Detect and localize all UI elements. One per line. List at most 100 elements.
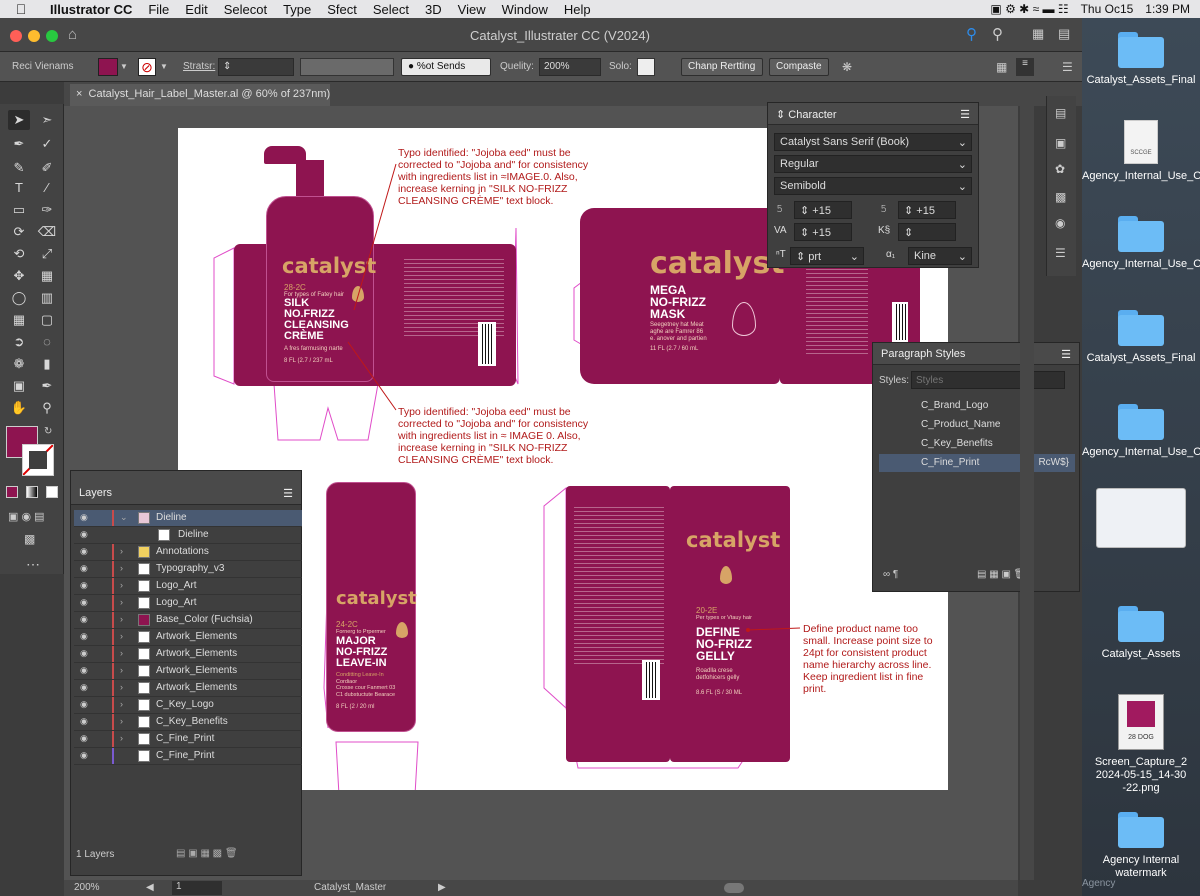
layer-row[interactable]: ◉ › C_Key_Benefits: [74, 714, 302, 731]
slice-tool-icon[interactable]: ✒: [36, 376, 58, 396]
menu-type[interactable]: Type: [275, 2, 319, 17]
status-icons[interactable]: ▣ ⚙ ✱ ≈ ▬ ☷: [990, 2, 1068, 16]
layer-row[interactable]: ◉ › C_Fine_Print: [74, 731, 302, 748]
kerning-field[interactable]: ⇕ +15: [794, 223, 852, 241]
perspective-tool-icon[interactable]: ▥: [36, 288, 58, 308]
leading-field[interactable]: ⇕ +15: [898, 201, 956, 219]
transform-icon[interactable]: ≡: [1016, 58, 1034, 76]
layer-row[interactable]: ◉ › Base_Color (Fuchsia): [74, 612, 302, 629]
chevron-down-icon[interactable]: ⌄: [120, 512, 128, 523]
type-tool-icon[interactable]: T: [8, 178, 30, 198]
zoom-window-button[interactable]: [46, 30, 58, 42]
shape-builder-tool-icon[interactable]: ◯: [8, 288, 30, 308]
menu-window[interactable]: Window: [494, 2, 556, 17]
none-mode-icon[interactable]: [46, 486, 58, 498]
vertical-scrollbar[interactable]: [1020, 106, 1034, 880]
stroke-color-swatch[interactable]: [22, 444, 54, 476]
apple-icon[interactable]: : [0, 1, 42, 17]
new-style-icons[interactable]: ▤ ▦ ▣ 🗑: [977, 569, 1026, 580]
appearance-icon[interactable]: ◉: [1055, 216, 1065, 230]
desktop-folder-1[interactable]: Catalyst_Assets_Final: [1082, 32, 1200, 87]
layer-row[interactable]: ◉ › Artwork_Elements: [74, 646, 302, 663]
libraries-icon[interactable]: ▣: [1055, 136, 1066, 150]
layers-dock-icon[interactable]: ☰: [1055, 246, 1066, 260]
menu-help[interactable]: Help: [556, 2, 599, 17]
annotation-typo-1[interactable]: Typo identified: "Jojoba eed" must be co…: [398, 147, 598, 207]
page-nav-prev[interactable]: ◀: [146, 882, 154, 893]
shaper-tool-icon[interactable]: ⟳: [8, 222, 30, 242]
layers-panel-header[interactable]: Layers ☰: [71, 471, 301, 505]
menubar-date[interactable]: Thu Oc15: [1081, 2, 1134, 16]
scale-tool-icon[interactable]: ⤢: [36, 244, 58, 264]
blend-tool-icon[interactable]: ◌: [36, 332, 58, 352]
eye-icon[interactable]: ◉: [80, 597, 88, 608]
layer-row[interactable]: ◉ › C_Key_Logo: [74, 697, 302, 714]
eye-icon[interactable]: ◉: [80, 733, 88, 744]
eye-icon[interactable]: ◉: [80, 512, 88, 523]
compaste-button[interactable]: Compaste: [769, 58, 829, 76]
width-tool-icon[interactable]: ✥: [8, 266, 30, 286]
brush-icon[interactable]: ❋: [842, 60, 852, 74]
layer-row[interactable]: ◉ › Artwork_Elements: [74, 680, 302, 697]
menu-selecot[interactable]: Selecot: [216, 2, 275, 17]
font-family-dropdown[interactable]: Catalyst Sans Serif (Book) ⌄: [774, 133, 972, 151]
eye-icon[interactable]: ◉: [80, 682, 88, 693]
paragraph-style-item[interactable]: C_Product_Name: [879, 416, 1079, 434]
symbol-sprayer-tool-icon[interactable]: ❁: [8, 354, 30, 374]
menu-edit[interactable]: Edit: [177, 2, 215, 17]
direct-selection-tool-icon[interactable]: ➣: [36, 110, 58, 130]
menu-app-name[interactable]: Illustrator CC: [42, 2, 140, 17]
layer-row[interactable]: ◉ › Logo_Art: [74, 578, 302, 595]
stroke-swatch[interactable]: ⊘: [138, 58, 156, 76]
gradient-tool-icon[interactable]: ▢: [36, 310, 58, 330]
desktop-png-file[interactable]: 28 DOG Screen_Capture_2 2024-05-15_14-30 …: [1082, 694, 1200, 795]
rotate-tool-icon[interactable]: ⟲: [8, 244, 30, 264]
chevron-right-icon[interactable]: ›: [120, 597, 123, 607]
chevron-icon[interactable]: ⇕: [776, 109, 788, 121]
brush-tool-icon[interactable]: ✐: [36, 158, 58, 178]
fill-swatch[interactable]: [98, 58, 118, 76]
annotation-typo-2[interactable]: Typo identified: "Jojoba eed" must be co…: [398, 406, 608, 466]
free-transform-tool-icon[interactable]: ▦: [36, 266, 58, 286]
brushes-icon[interactable]: ✿: [1055, 162, 1065, 176]
styles-search-input[interactable]: [911, 371, 1065, 389]
menu-3d[interactable]: 3D: [417, 2, 450, 17]
chevron-right-icon[interactable]: ›: [120, 580, 123, 590]
desktop-folder-5[interactable]: Catalyst_Assets: [1082, 606, 1200, 661]
horizontal-scrollbar[interactable]: [724, 883, 744, 893]
search-icon[interactable]: ⚲: [966, 25, 977, 43]
chevron-right-icon[interactable]: ›: [120, 631, 123, 641]
hand-tool-icon[interactable]: ✋: [8, 398, 30, 418]
page-number[interactable]: 1: [172, 881, 222, 895]
minimize-window-button[interactable]: [28, 30, 40, 42]
chevron-right-icon[interactable]: ›: [120, 682, 123, 692]
chevron-right-icon[interactable]: ›: [120, 546, 123, 556]
eraser-tool-icon[interactable]: ⌫: [36, 222, 58, 242]
layer-row[interactable]: ◉ C_Fine_Print: [74, 748, 302, 765]
gradient-mode-icon[interactable]: [26, 486, 38, 498]
unit-dropdown[interactable]: ⇕ prt ⌄: [790, 247, 864, 265]
layer-row[interactable]: ◉ › Typography_v3: [74, 561, 302, 578]
desktop-folder-3[interactable]: Catalyst_Assets_Final: [1082, 310, 1200, 365]
layer-row[interactable]: ◉ › Artwork_Elements: [74, 663, 302, 680]
artboard-tool-icon[interactable]: ▣: [8, 376, 30, 396]
font-size-field[interactable]: ⇕ +15: [794, 201, 852, 219]
layer-row[interactable]: ◉ Dieline: [74, 527, 302, 544]
layer-row[interactable]: ◉ › Annotations: [74, 544, 302, 561]
eye-icon[interactable]: ◉: [80, 580, 88, 591]
eye-icon[interactable]: ◉: [80, 716, 88, 727]
eye-icon[interactable]: ◉: [80, 648, 88, 659]
pen-tool-icon[interactable]: ✒: [8, 134, 30, 154]
chevron-right-icon[interactable]: ›: [120, 665, 123, 675]
menu-view[interactable]: View: [450, 2, 494, 17]
more-tools-icon[interactable]: ⋯: [26, 556, 40, 573]
font-weight-dropdown[interactable]: Semibold ⌄: [774, 177, 972, 195]
tracking-field[interactable]: ⇕: [898, 223, 956, 241]
quality-field[interactable]: 200%: [539, 58, 601, 76]
menu-sfect[interactable]: Sfect: [319, 2, 365, 17]
character-panel-header[interactable]: ⇕ Character ☰: [768, 103, 978, 125]
page-nav-next[interactable]: ▶: [438, 882, 446, 893]
screen-mode-icon[interactable]: ▩: [24, 532, 35, 546]
properties-icon[interactable]: ▤: [1055, 106, 1066, 120]
swap-colors-icon[interactable]: ↻: [44, 426, 52, 437]
